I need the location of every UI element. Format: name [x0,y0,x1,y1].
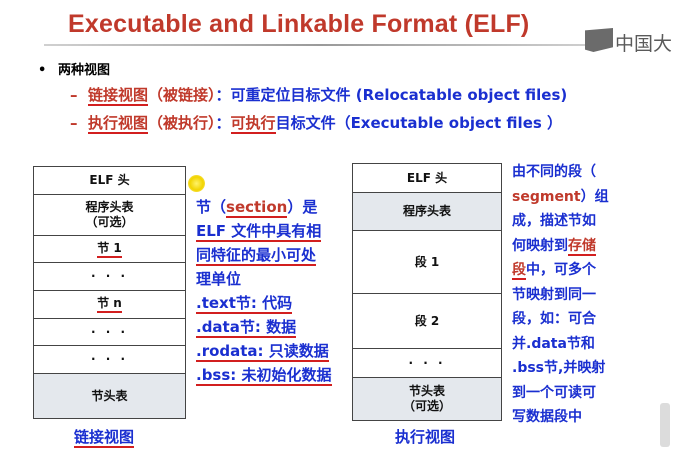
cell-label: · · · [90,352,129,366]
link-view-colon: ： [215,86,231,104]
scrollbar[interactable] [660,403,670,447]
section-line-data: .data节: 数据 [196,318,297,338]
segment-line-10: 到一个可读可 [512,384,596,401]
section-term: section [226,198,288,218]
exec-view-diagram: ELF 头 程序头表 段 1 段 2 · · · 节头表 （可选） [352,163,502,421]
link-view-caption: 链接视图 [74,426,135,448]
cell-label: · · · [408,355,446,370]
mooc-logo-icon [585,28,613,52]
cell-label: ELF 头 [406,170,448,185]
cell-label: 程序头表 [402,204,451,218]
cell-label: ELF 头 [89,173,130,187]
cell-label: · · · [90,269,129,283]
elf-header-cell: ELF 头 [353,164,501,193]
link-view-paren: （被链接） [148,86,216,104]
segment-line-11: 写数据段中 [512,409,582,425]
section-line-1: 节（section）是 [196,198,318,218]
cell-label-optional: （可选） [85,215,134,229]
segment-line-6: 节映射到同一 [512,286,596,303]
segment-1-cell: 段 1 [353,231,501,294]
section-line-bss: .bss: 未初始化数据 [196,366,332,386]
exec-view-paren: （被执行） [148,114,216,132]
exec-view-desc-red: 可执行 [230,114,276,134]
cell-label: 段 2 [414,313,440,328]
section-header-table-cell: 节头表 （可选） [353,378,501,420]
ellipsis-cell: · · · [353,349,501,378]
caption-text: 链接视图 [74,428,135,448]
section-line-4: 理单位 [196,270,242,288]
title-divider [44,44,596,46]
cell-label: 节头表 [91,388,128,403]
section-1-cell: 节 1 [34,236,185,263]
link-view-line: – 链接视图（被链接）：可重定位目标文件 (Relocatable object … [70,84,568,106]
section-line-rodata: .rodata: 只读数据 [196,342,329,362]
section-line-3: 同特征的最小可处 [196,246,317,266]
section-line-text: .text节: 代码 [196,294,293,314]
section-explanation: 节（section）是 ELF 文件中具有相 同特征的最小可处 理单位 .tex… [196,195,356,387]
segment-2-cell: 段 2 [353,294,501,349]
dash-icon: – [70,86,78,104]
section-header-table-cell: 节头表 [34,374,185,418]
segment-line-5: 段中，可多个 [512,262,596,280]
exec-view-colon: ： [215,114,231,132]
segment-term: segment [512,188,581,205]
section-n-cell: 节 n [34,291,185,319]
ellipsis-cell: · · · [34,319,185,346]
segment-line-1: 由不同的段（ [512,164,596,180]
segment-line-3: 成，描述节如 [512,213,596,229]
bullet-text: 两种视图 [58,63,111,78]
section-line-2: ELF 文件中具有相 [196,222,322,242]
segment-line-4: 何映射到存储 [512,237,596,256]
ellipsis-cell: · · · [34,263,185,291]
segment-line-8: 并.data节和 [512,335,595,352]
program-header-table-cell: 程序头表 （可选） [34,195,185,236]
elf-header-cell: ELF 头 [34,167,185,195]
cell-label: 程序头表 [85,200,134,214]
ellipsis-cell: · · · [34,346,185,374]
cell-label: 节 n [97,296,122,313]
link-view-desc: 可重定位目标文件 (Relocatable object files) [230,86,568,104]
cell-label: 节 1 [97,241,122,258]
cell-label: 节头表 [408,384,445,398]
bullet-dot-icon: • [38,63,47,78]
segment-line-9: .bss节,并映射 [512,360,606,376]
exec-view-desc: 目标文件（Executable object files ） [275,114,563,132]
link-view-diagram: ELF 头 程序头表 （可选） 节 1 · · · 节 n · · · · · ·… [33,166,186,419]
dash-icon: – [70,114,78,132]
watermark-text: 中国大 [615,33,673,55]
segment-line-7: 段，如：可合 [512,311,596,327]
exec-view-line: – 执行视图（被执行）：可执行目标文件（Executable object fil… [70,112,563,134]
watermark: 中国大 [585,26,674,56]
program-header-table-cell: 程序头表 [353,193,501,231]
exec-view-name: 执行视图 [88,114,149,134]
cell-label: 段 1 [414,254,440,269]
cell-label-optional: （可选） [402,399,451,413]
cell-label: · · · [90,324,129,339]
slide-title: Executable and Linkable Format (ELF) [68,10,530,38]
bullet-two-views: • 两种视图 [38,59,110,78]
exec-view-caption: 执行视图 [395,428,456,446]
segment-explanation: 由不同的段（ segment）组 成，描述节如 何映射到存储 段中，可多个 节映… [512,160,630,430]
segment-line-2: segment）组 [512,188,609,205]
link-view-name: 链接视图 [88,86,149,106]
pointer-highlight-icon [188,175,205,192]
